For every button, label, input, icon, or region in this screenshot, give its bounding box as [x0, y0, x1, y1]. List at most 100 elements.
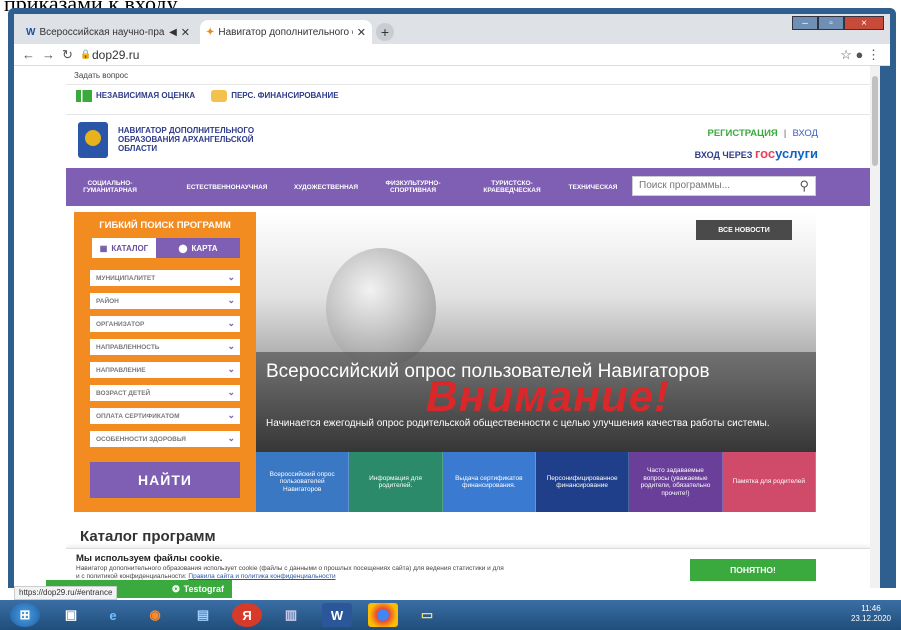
chevron-down-icon: ⌄	[227, 364, 235, 374]
reload-icon[interactable]: ↻	[62, 47, 73, 63]
menu-item-science[interactable]: ЕСТЕСТВЕННОНАУЧНАЯ	[178, 168, 276, 206]
select-label: РАЙОН	[96, 298, 119, 305]
chevron-down-icon: ⌄	[227, 341, 235, 351]
independent-rating-link[interactable]: НЕЗАВИСИМАЯ ОЦЕНКА	[76, 90, 195, 102]
menu-item-social[interactable]: СОЦИАЛЬНО-ГУМАНИТАРНАЯ	[80, 168, 140, 206]
independent-rating-label: НЕЗАВИСИМАЯ ОЦЕНКА	[96, 91, 196, 101]
word-taskbar-icon[interactable]: W	[322, 603, 352, 627]
select-direction[interactable]: НАПРАВЛЕНИЕ ⌄	[90, 362, 240, 378]
menu-item-tourism[interactable]: ТУРИСТСКО-КРАЕВЕДЧЕСКАЯ	[474, 168, 550, 206]
new-tab-button[interactable]: +	[376, 23, 394, 41]
login-link[interactable]: ВХОД	[792, 128, 818, 139]
gosuslugi-logo: госуслуги	[755, 146, 818, 161]
pers-financing-label: ПЕРС. ФИНАНСИРОВАНИЕ	[231, 91, 339, 101]
news-thumb[interactable]: Всероссийский опрос пользователей Навига…	[256, 452, 350, 512]
url-input[interactable]: dop29.ru	[92, 48, 139, 62]
panel-title: ГИБКИЙ ПОИСК ПРОГРАММ	[99, 220, 231, 231]
program-search-input[interactable]: Поиск программы... ⚲	[632, 176, 816, 196]
banner-figure	[326, 248, 436, 368]
select-focus[interactable]: НАПРАВЛЕННОСТЬ ⌄	[90, 339, 240, 355]
catalog-tab[interactable]: ▦ КАТАЛОГ	[92, 238, 156, 258]
tab-2[interactable]: ✦ Навигатор дополнительного о ✕	[200, 20, 372, 44]
menu-icon[interactable]: ⋮	[867, 47, 880, 62]
calculator-icon[interactable]: ▥	[276, 603, 306, 627]
save-icon[interactable]: ▣	[56, 603, 86, 627]
back-icon[interactable]: ←	[22, 47, 35, 62]
catalog-heading: Каталог программ	[80, 528, 216, 545]
windows-taskbar: ⊞ ▣ e ◉ ▤ Я ▥ W ▭ 11:46 23.12.2020	[0, 600, 901, 630]
privacy-policy-link[interactable]: Правила сайта и политика конфиденциально…	[188, 573, 335, 580]
accept-cookie-button[interactable]: ПОНЯТНО!	[690, 559, 816, 581]
testograf-icon: ❂	[172, 583, 180, 594]
chevron-down-icon: ⌄	[227, 318, 235, 328]
page-scrollbar[interactable]	[870, 66, 880, 588]
news-thumb[interactable]: Памятка для родителей	[722, 452, 816, 512]
map-label: КАРТА	[191, 243, 218, 253]
start-button[interactable]: ⊞	[10, 603, 40, 627]
auth-links: РЕГИСТРАЦИЯ | ВХОД	[707, 128, 818, 139]
chrome-icon[interactable]	[368, 603, 398, 627]
ask-question-link[interactable]: Задать вопрос	[74, 71, 128, 80]
divider	[66, 84, 870, 85]
maximize-button[interactable]: ▫	[818, 16, 844, 30]
select-age[interactable]: ВОЗРАСТ ДЕТЕЙ ⌄	[90, 385, 240, 401]
web-page: Задать вопрос НЕЗАВИСИМАЯ ОЦЕНКА ПЕРС. Ф…	[66, 66, 870, 588]
image-viewer-icon[interactable]: ▤	[188, 603, 218, 627]
pers-financing-link[interactable]: ПЕРС. ФИНАНСИРОВАНИЕ	[211, 90, 339, 102]
folder-icon[interactable]: ▭	[412, 603, 442, 627]
system-clock[interactable]: 11:46 23.12.2020	[851, 604, 891, 624]
cookie-text-line1: Навигатор дополнительного образования ис…	[76, 565, 504, 572]
select-label: МУНИЦИПАЛИТЕТ	[96, 275, 156, 282]
cookie-text-line2: и с политикой конфиденциальности:	[76, 573, 189, 580]
search-icon[interactable]: ⚲	[799, 178, 809, 194]
news-thumb[interactable]: Выдача сертификатов финансирования.	[442, 452, 536, 512]
find-button[interactable]: НАЙТИ	[90, 462, 240, 498]
news-thumbnails: Всероссийский опрос пользователей Навига…	[256, 452, 816, 512]
pin-icon: ⬤	[178, 243, 188, 253]
menu-item-sport[interactable]: ФИЗКУЛЬТУРНО-СПОРТИВНАЯ	[378, 168, 448, 206]
coin-icon	[211, 90, 228, 102]
select-district[interactable]: РАЙОН ⌄	[90, 293, 240, 309]
banner-headline[interactable]: Всероссийский опрос пользователей Навига…	[266, 362, 786, 382]
menu-item-art[interactable]: ХУДОЖЕСТВЕННАЯ	[284, 168, 368, 206]
news-banner[interactable]: Внимание!	[256, 212, 816, 452]
close-tab-icon[interactable]: ✕	[357, 26, 366, 39]
register-link[interactable]: РЕГИСТРАЦИЯ	[707, 128, 777, 139]
flexible-search-panel: ГИБКИЙ ПОИСК ПРОГРАММ ▦ КАТАЛОГ ⬤ КАРТА МУ…	[74, 212, 256, 512]
brand-title[interactable]: НАВИГАТОР ДОПОЛНИТЕЛЬНОГО ОБРАЗОВАНИЯ АР…	[118, 126, 278, 153]
select-label: ОПЛАТА СЕРТИФИКАТОМ	[96, 413, 180, 420]
select-health[interactable]: ОСОБЕННОСТИ ЗДОРОВЬЯ ⌄	[90, 431, 240, 447]
uslugi-part: услуги	[775, 146, 818, 161]
forward-icon[interactable]: →	[42, 47, 55, 62]
map-tab[interactable]: ⬤ КАРТА	[156, 238, 240, 258]
firefox-icon[interactable]: ◉	[140, 603, 170, 627]
select-organizer[interactable]: ОРГАНИЗАТОР ⌄	[90, 316, 240, 332]
all-news-button[interactable]: ВСЕ НОВОСТИ	[696, 220, 792, 240]
scrollbar-thumb[interactable]	[872, 76, 878, 166]
select-municipality[interactable]: МУНИЦИПАЛИТЕТ ⌄	[90, 270, 240, 286]
lock-icon: 🔒	[80, 49, 92, 59]
gos-part: гос	[754, 146, 776, 161]
navigator-favicon-icon: ✦	[206, 26, 215, 38]
minimize-button[interactable]: –	[792, 16, 818, 30]
account-icon[interactable]: ●	[856, 47, 864, 62]
news-thumb[interactable]: Часто задаваемые вопросы (уважаемые роди…	[629, 452, 723, 512]
select-certificate[interactable]: ОПЛАТА СЕРТИФИКАТОМ ⌄	[90, 408, 240, 424]
menu-item-tech[interactable]: ТЕХНИЧЕСКАЯ	[560, 168, 626, 206]
clock-date: 23.12.2020	[850, 614, 891, 623]
ie-icon[interactable]: e	[98, 603, 128, 627]
tab-1[interactable]: W Всероссийская научно-пра ◀ ✕	[20, 20, 196, 44]
tab-1-title: Всероссийская научно-пра	[39, 26, 165, 38]
grid-icon: ▦	[99, 243, 108, 253]
region-logo[interactable]	[78, 122, 108, 158]
chevron-down-icon: ⌄	[227, 295, 235, 305]
gosuslugi-login[interactable]: ВХОД ЧЕРЕЗ госуслуги	[695, 146, 818, 161]
yandex-icon[interactable]: Я	[232, 603, 262, 627]
close-tab-icon[interactable]: ✕	[181, 26, 190, 39]
news-thumb[interactable]: Персонифицированное финансирование	[535, 452, 630, 512]
close-window-button[interactable]: ×	[844, 16, 884, 30]
star-icon[interactable]: ☆	[840, 47, 852, 62]
news-thumb[interactable]: Информация для родителей.	[349, 452, 443, 512]
toolbar-icons: ☆ ● ⋮	[840, 47, 880, 63]
select-label: НАПРАВЛЕННОСТЬ	[96, 344, 160, 351]
